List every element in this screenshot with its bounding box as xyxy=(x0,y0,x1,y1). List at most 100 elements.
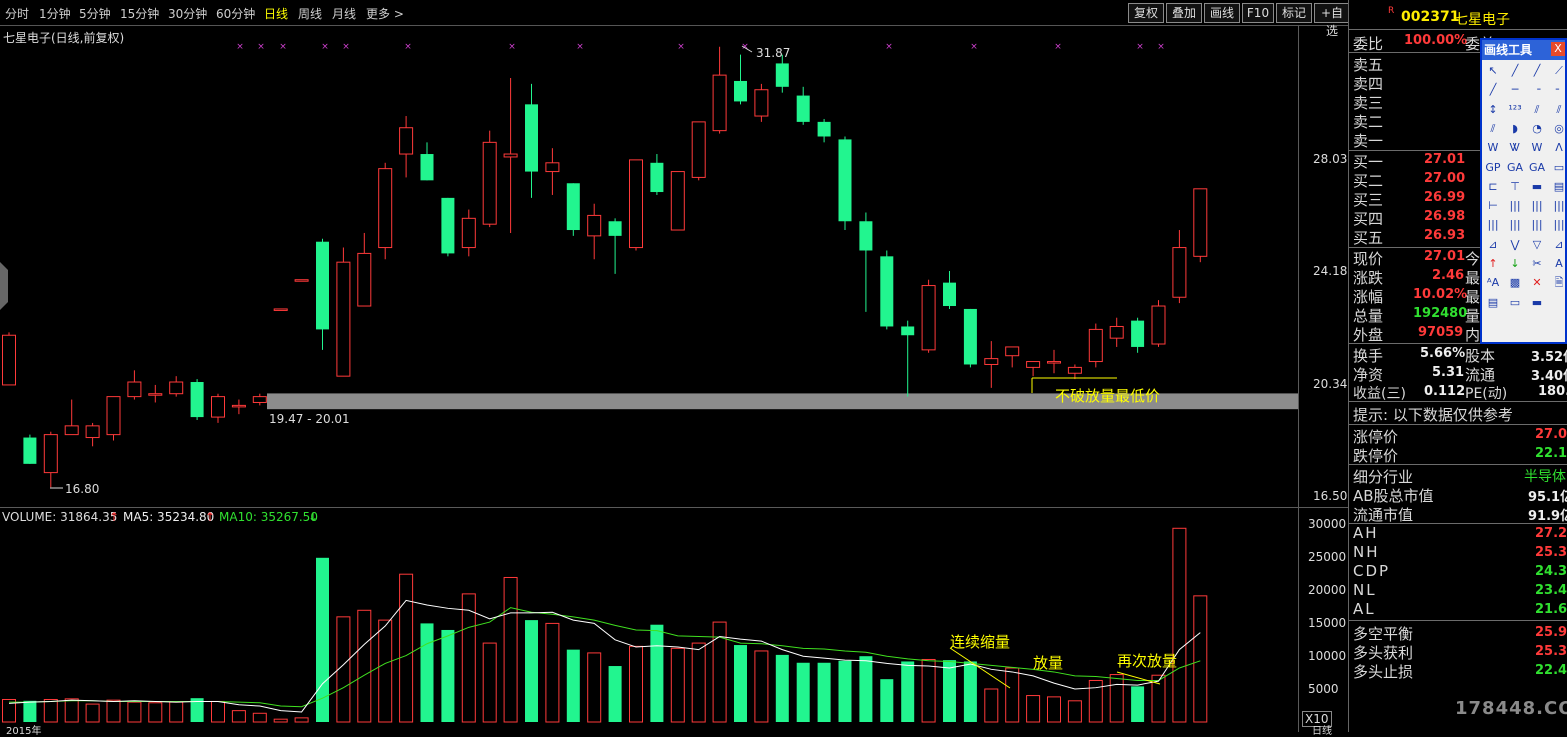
cycle4-icon[interactable]: ||| xyxy=(1550,216,1567,234)
font-icon[interactable]: ᴬA xyxy=(1484,274,1502,292)
box-icon[interactable]: ▭ xyxy=(1506,294,1524,312)
trend-icon[interactable]: ╱ xyxy=(1484,81,1502,99)
divider xyxy=(1349,523,1567,524)
gann-p-icon[interactable]: GP xyxy=(1484,159,1502,177)
number-icon[interactable]: ¹²³ xyxy=(1506,101,1524,119)
bid-4-label: 买四 xyxy=(1353,210,1384,228)
candle-body xyxy=(336,261,351,377)
ma5-legend: MA5: 35234.80 xyxy=(123,510,215,524)
candle-body xyxy=(420,154,434,181)
pane-divider xyxy=(0,507,1348,508)
outer-volume-value: 97059 xyxy=(1418,325,1464,340)
volume-bar xyxy=(859,656,873,722)
volume-bar xyxy=(587,652,602,723)
candle-body xyxy=(357,252,372,307)
wave-icon[interactable]: W xyxy=(1484,139,1502,157)
volume-tick: 20000 xyxy=(1308,583,1347,597)
band-icon[interactable]: ▬ xyxy=(1528,178,1546,196)
ruler-icon[interactable]: ▤ xyxy=(1484,294,1502,312)
candle-body xyxy=(503,153,518,158)
volume-bar xyxy=(273,718,288,723)
draw-tool-window[interactable]: 画线工具 X ↖ ╱ ╱ ⟋ ╱ ─ ╶ ╴ ↕ ¹²³ ⫽ ⫽ ⫽ ◗ ◔ ◎ W Ꮤ W Λ GP GA GA ▭ ⊏ ⊤ ▬ ▤… xyxy=(1480,38,1567,344)
candle-body xyxy=(85,425,100,439)
down-triangle-icon[interactable]: ▽ xyxy=(1528,236,1546,254)
grid-icon[interactable]: ▤ xyxy=(1550,178,1567,196)
bid-5-label: 买五 xyxy=(1353,229,1384,247)
candle-body xyxy=(712,74,727,132)
candle-body xyxy=(1172,247,1187,298)
cycle-icon[interactable]: ||| xyxy=(1484,216,1502,234)
vee-icon[interactable]: ⋁ xyxy=(1506,236,1524,254)
volume-bar xyxy=(85,703,100,723)
hline-icon[interactable]: ─ xyxy=(1506,81,1524,99)
circle-icon[interactable]: ◔ xyxy=(1528,120,1546,138)
fib-time2-icon[interactable]: ||| xyxy=(1528,197,1546,215)
down-arrow-icon[interactable]: ↓ xyxy=(1506,255,1524,273)
volume-bar xyxy=(817,662,831,722)
volume-bar xyxy=(943,660,956,722)
vline-icon[interactable]: ↕ xyxy=(1484,101,1502,119)
candle-body xyxy=(691,121,706,178)
angle-icon[interactable]: ⊿ xyxy=(1550,236,1567,254)
volume-bar xyxy=(169,701,184,723)
signal-marker: × xyxy=(970,42,978,52)
pointer-icon[interactable]: ↖ xyxy=(1484,62,1502,80)
gann-a-icon[interactable]: GA xyxy=(1506,159,1524,177)
fib-time3-icon[interactable]: ||| xyxy=(1550,197,1567,215)
line-icon[interactable]: ╱ xyxy=(1506,62,1524,80)
candle-body xyxy=(901,326,915,336)
period-icon[interactable]: ⊢ xyxy=(1484,197,1502,215)
price-tick: 24.18 xyxy=(1313,264,1348,278)
volume-bar xyxy=(1131,686,1145,722)
bid-5-price: 26.93 xyxy=(1424,228,1466,243)
fib-time-icon[interactable]: ||| xyxy=(1506,197,1524,215)
annotation-shrink: 连续缩量 xyxy=(950,633,1011,651)
target-icon[interactable]: ◎ xyxy=(1550,120,1567,138)
wave2-icon[interactable]: Ꮤ xyxy=(1506,139,1524,157)
text-icon[interactable]: A xyxy=(1550,255,1567,273)
volume-arrow-up-icon: ↑ xyxy=(109,510,120,524)
pitch-icon[interactable]: ⫽ xyxy=(1484,120,1502,138)
industry-value: 半导体 xyxy=(1524,469,1566,485)
triangle-icon[interactable]: ⊿ xyxy=(1484,236,1502,254)
zigzag-icon[interactable]: Λ xyxy=(1550,139,1567,157)
ma10-legend: MA10: 35267.50 xyxy=(219,510,318,524)
pe-label: PE(动) xyxy=(1465,386,1508,402)
cycle3-icon[interactable]: ||| xyxy=(1528,216,1546,234)
volume-bar xyxy=(357,609,372,723)
high-label: 最 xyxy=(1465,269,1481,287)
bar-icon[interactable]: ▬ xyxy=(1528,294,1546,312)
note-icon[interactable]: 🗎 xyxy=(1550,274,1567,292)
channel-icon[interactable]: ⫽ xyxy=(1550,101,1567,119)
candle-body xyxy=(1109,325,1124,339)
inner-volume-label: 内 xyxy=(1465,326,1481,344)
cycle2-icon[interactable]: ||| xyxy=(1506,216,1524,234)
candle-body xyxy=(273,308,288,311)
date-label: 2015年 xyxy=(6,726,42,737)
candle-body xyxy=(2,334,16,386)
candle-body xyxy=(796,95,810,122)
hray-icon[interactable]: ╴ xyxy=(1550,81,1567,99)
candle-body xyxy=(525,104,538,172)
ray-icon[interactable]: ╱ xyxy=(1528,62,1546,80)
scissors-icon[interactable]: ✂ xyxy=(1528,255,1546,273)
candle-body xyxy=(838,139,852,222)
segment-icon[interactable]: ⟋ xyxy=(1550,62,1567,80)
gann-a2-icon[interactable]: GA xyxy=(1528,159,1546,177)
volume-bar xyxy=(1172,527,1187,723)
fill-icon[interactable]: ▩ xyxy=(1506,274,1524,292)
up-arrow-icon[interactable]: ↑ xyxy=(1484,255,1502,273)
hsegment-icon[interactable]: ╶ xyxy=(1528,81,1546,99)
bracket-icon[interactable]: ⊏ xyxy=(1484,178,1502,196)
rect-icon[interactable]: ▭ xyxy=(1550,159,1567,177)
outer-volume-label: 外盘 xyxy=(1353,326,1384,344)
wave3-icon[interactable]: W xyxy=(1528,139,1546,157)
tee-icon[interactable]: ⊤ xyxy=(1506,178,1524,196)
parallel-icon[interactable]: ⫽ xyxy=(1528,101,1546,119)
arc-icon[interactable]: ◗ xyxy=(1506,120,1524,138)
bid-1-label: 买一 xyxy=(1353,153,1384,171)
candle-body xyxy=(1131,320,1145,347)
kline-chart[interactable]: × × × × × × × × × × × × × × × xyxy=(0,0,1348,732)
delete-icon[interactable]: ✕ xyxy=(1528,274,1546,292)
close-icon[interactable]: X xyxy=(1551,42,1565,56)
